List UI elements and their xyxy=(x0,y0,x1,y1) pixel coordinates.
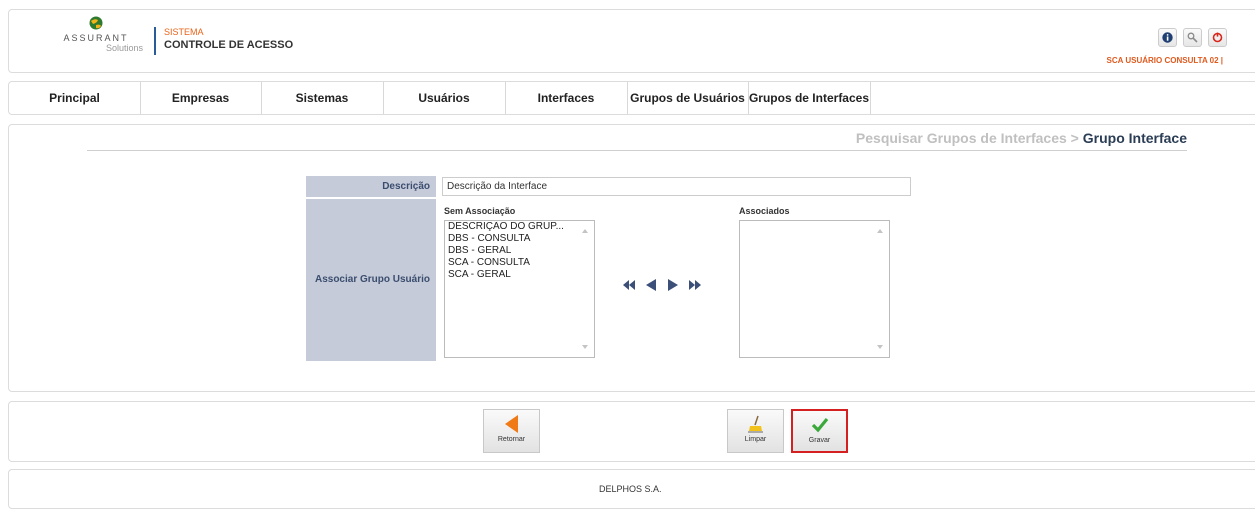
move-left-icon xyxy=(646,279,656,291)
checkmark-icon xyxy=(811,417,828,433)
header-toolbar xyxy=(1158,28,1227,47)
footer-text: DELPHOS S.A. xyxy=(599,484,662,494)
transfer-controls xyxy=(622,278,702,292)
scroll-up-icon[interactable] xyxy=(877,229,883,233)
breadcrumb-separator: > xyxy=(1070,130,1079,146)
scroll-down-icon[interactable] xyxy=(582,345,588,349)
system-label: SISTEMA xyxy=(164,27,204,37)
brand-name: ASSURANT xyxy=(63,33,129,43)
system-title-block: SISTEMA CONTROLE DE ACESSO xyxy=(154,27,293,55)
list-item[interactable]: SCA - GERAL xyxy=(445,269,580,281)
nav-item-grupos-usuarios[interactable]: Grupos de Usuários xyxy=(627,82,749,114)
footer: DELPHOS S.A. xyxy=(8,469,1255,509)
logout-button[interactable] xyxy=(1208,28,1227,47)
search-button[interactable] xyxy=(1183,28,1202,47)
retornar-button[interactable]: Retornar xyxy=(483,409,540,453)
move-left-button[interactable] xyxy=(644,278,658,292)
sem-associacao-list[interactable]: DESCRIÇÃO DO GRUP... DBS - CONSULTA DBS … xyxy=(444,220,595,358)
main-nav: Principal Empresas Sistemas Usuários Int… xyxy=(8,81,1255,115)
nav-item-usuarios[interactable]: Usuários xyxy=(383,82,506,114)
assurant-logo: ASSURANT Solutions xyxy=(41,16,151,68)
brand-subtitle: Solutions xyxy=(105,43,143,53)
move-all-left-button[interactable] xyxy=(622,278,636,292)
system-name: CONTROLE DE ACESSO xyxy=(164,39,294,51)
breadcrumb-previous[interactable]: Pesquisar Grupos de Interfaces xyxy=(856,130,1067,146)
associados-list[interactable] xyxy=(739,220,890,358)
nav-item-principal[interactable]: Principal xyxy=(9,82,141,114)
action-bar: Retornar Limpar Gravar xyxy=(8,401,1255,462)
gravar-button[interactable]: Gravar xyxy=(791,409,848,453)
associados-scrollbar[interactable] xyxy=(873,221,889,357)
header: ASSURANT Solutions SISTEMA CONTROLE DE A… xyxy=(8,9,1255,73)
info-button[interactable] xyxy=(1158,28,1177,47)
associar-grupo-label: Associar Grupo Usuário xyxy=(306,199,436,361)
move-right-icon xyxy=(668,279,678,291)
move-right-button[interactable] xyxy=(666,278,680,292)
gravar-label: Gravar xyxy=(808,437,831,444)
limpar-label: Limpar xyxy=(744,436,767,443)
breadcrumb: Pesquisar Grupos de Interfaces > Grupo I… xyxy=(856,130,1187,146)
scroll-up-icon[interactable] xyxy=(582,229,588,233)
title-divider xyxy=(87,150,1187,151)
descricao-label: Descrição xyxy=(306,176,436,197)
move-all-left-icon xyxy=(623,280,635,290)
page-title: Grupo Interface xyxy=(1082,130,1187,146)
limpar-button[interactable]: Limpar xyxy=(727,409,784,453)
back-arrow-icon xyxy=(504,415,518,433)
list-item[interactable]: SCA - CONSULTA xyxy=(445,257,580,269)
main-content: Pesquisar Grupos de Interfaces > Grupo I… xyxy=(8,124,1255,392)
power-icon xyxy=(1212,32,1223,43)
retornar-label: Retornar xyxy=(497,436,526,443)
sem-associacao-title: Sem Associação xyxy=(444,206,516,216)
nav-item-sistemas[interactable]: Sistemas xyxy=(261,82,384,114)
scroll-down-icon[interactable] xyxy=(877,345,883,349)
associados-title: Associados xyxy=(739,206,790,216)
list-item[interactable]: DBS - GERAL xyxy=(445,245,580,257)
nav-item-empresas[interactable]: Empresas xyxy=(140,82,262,114)
info-icon xyxy=(1162,32,1173,43)
search-icon xyxy=(1187,32,1198,43)
current-user: SCA USUÁRIO CONSULTA 02 | xyxy=(1106,56,1223,65)
nav-item-interfaces[interactable]: Interfaces xyxy=(505,82,628,114)
nav-item-grupos-interfaces[interactable]: Grupos de Interfaces xyxy=(748,82,871,114)
globe-icon xyxy=(89,16,103,30)
list-item[interactable]: DESCRIÇÃO DO GRUP... xyxy=(445,221,580,233)
move-all-right-icon xyxy=(689,280,701,290)
list-item[interactable]: DBS - CONSULTA xyxy=(445,233,580,245)
descricao-input[interactable] xyxy=(442,177,911,196)
sem-associacao-scrollbar[interactable] xyxy=(578,221,594,357)
move-all-right-button[interactable] xyxy=(688,278,702,292)
broom-icon xyxy=(747,415,763,433)
